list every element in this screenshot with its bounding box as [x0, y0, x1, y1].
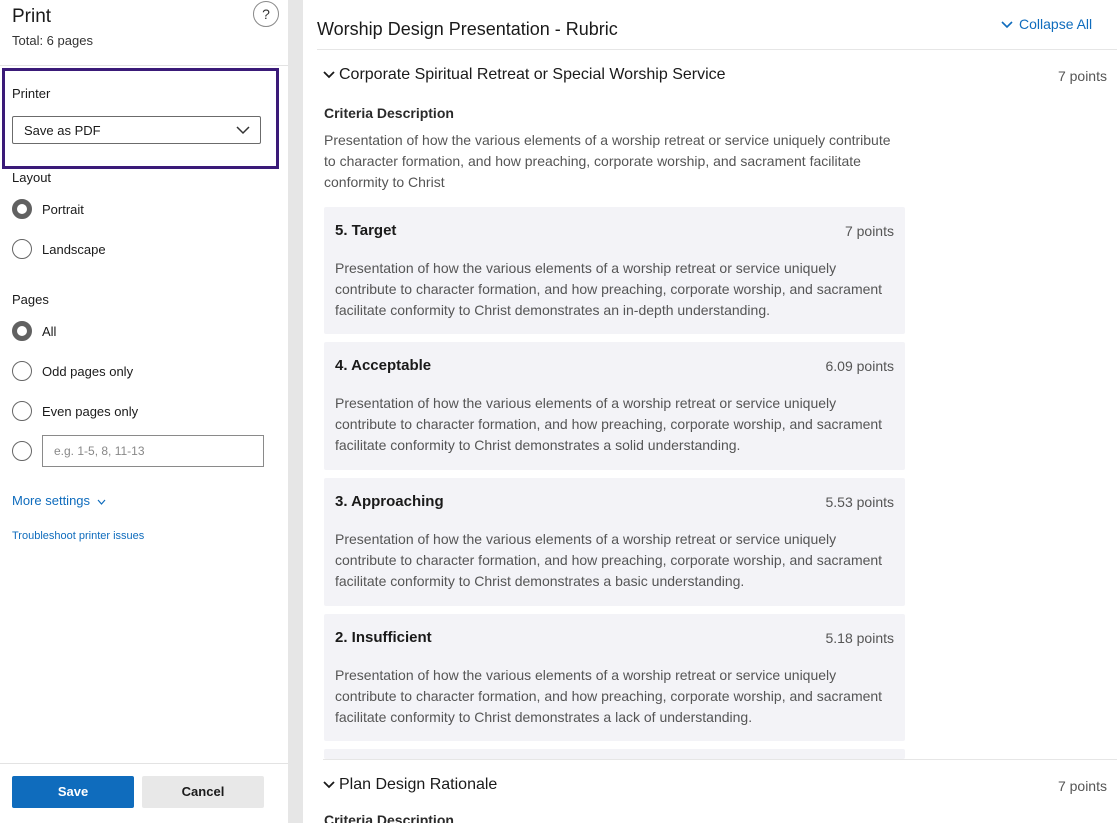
- rating-level: 5. Target 7 points Presentation of how t…: [324, 207, 905, 334]
- save-button[interactable]: Save: [12, 776, 134, 808]
- header-divider: [0, 65, 288, 66]
- footer-divider: [0, 763, 288, 764]
- cancel-button[interactable]: Cancel: [142, 776, 264, 808]
- panel-divider: [288, 0, 303, 823]
- criteria-description-label: Criteria Description: [324, 812, 454, 823]
- pages-odd[interactable]: Odd pages only: [12, 361, 133, 381]
- radio-selected[interactable]: [12, 321, 32, 341]
- print-panel: Print Total: 6 pages ? Printer Save as P…: [0, 0, 288, 823]
- radio-label: All: [42, 323, 57, 339]
- page-range-input[interactable]: [42, 435, 264, 467]
- layout-portrait[interactable]: Portrait: [12, 199, 84, 219]
- printer-label: Printer: [12, 86, 51, 101]
- more-settings-link[interactable]: More settings: [12, 493, 106, 508]
- level-points: 5.18 points: [825, 630, 895, 646]
- print-preview: Worship Design Presentation - Rubric Col…: [303, 0, 1117, 823]
- level-name: 4. Acceptable: [335, 357, 432, 374]
- layout-label: Layout: [12, 170, 52, 185]
- radio-label: Landscape: [42, 241, 106, 257]
- layout-landscape[interactable]: Landscape: [12, 239, 106, 259]
- radio-unselected[interactable]: [12, 401, 32, 421]
- pages-all[interactable]: All: [12, 321, 56, 341]
- radio-label: Even pages only: [42, 403, 139, 419]
- pages-label: Pages: [12, 292, 49, 307]
- criterion-header[interactable]: Corporate Spiritual Retreat or Special W…: [323, 66, 726, 84]
- criterion-title: Corporate Spiritual Retreat or Special W…: [339, 66, 726, 83]
- level-points: 5.53 points: [825, 494, 895, 510]
- document-title: Worship Design Presentation - Rubric: [317, 19, 618, 39]
- radio-unselected[interactable]: [12, 239, 32, 259]
- chevron-down-icon: [323, 781, 335, 789]
- pages-custom[interactable]: [12, 441, 32, 461]
- criteria-description-label: Criteria Description: [324, 105, 454, 121]
- criterion-points: 7 points: [1057, 778, 1107, 794]
- chevron-down-icon: [97, 499, 106, 505]
- level-name: 2. Insufficient: [335, 629, 432, 646]
- level-name: 3. Approaching: [335, 493, 444, 510]
- level-points: 6.09 points: [825, 358, 895, 374]
- rating-level: 2. Insufficient 5.18 points Presentation…: [324, 614, 905, 741]
- chevron-down-icon: [236, 126, 250, 135]
- level-description: Presentation of how the various elements…: [335, 395, 883, 453]
- radio-unselected[interactable]: [12, 361, 32, 381]
- criterion-points: 7 points: [1057, 68, 1107, 84]
- chevron-down-icon: [323, 71, 335, 79]
- radio-label: Portrait: [42, 201, 84, 217]
- level-points: 7 points: [844, 223, 894, 239]
- radio-selected[interactable]: [12, 199, 32, 219]
- title-divider: [317, 49, 1117, 50]
- rating-level: 3. Approaching 5.53 points Presentation …: [324, 478, 905, 606]
- pages-even[interactable]: Even pages only: [12, 401, 138, 421]
- level-name: 5. Target: [335, 222, 397, 239]
- more-settings-label: More settings: [12, 493, 91, 508]
- troubleshoot-link[interactable]: Troubleshoot printer issues: [12, 530, 144, 542]
- page-count: Total: 6 pages: [12, 33, 93, 48]
- help-icon[interactable]: ?: [253, 1, 279, 27]
- level-description: Presentation of how the various elements…: [335, 531, 883, 589]
- radio-unselected[interactable]: [12, 441, 32, 461]
- collapse-all-button[interactable]: Collapse All: [1001, 16, 1092, 32]
- rating-level-partial: [324, 749, 905, 759]
- criterion-divider: [323, 759, 1117, 760]
- rating-level: 4. Acceptable 6.09 points Presentation o…: [324, 342, 905, 470]
- criterion-title: Plan Design Rationale: [339, 776, 498, 793]
- chevron-down-icon: [1001, 21, 1013, 29]
- criteria-description: Presentation of how the various elements…: [324, 132, 891, 190]
- collapse-all-label: Collapse All: [1019, 16, 1093, 32]
- radio-label: Odd pages only: [42, 363, 134, 379]
- panel-title: Print: [12, 6, 52, 27]
- printer-value: Save as PDF: [24, 123, 101, 138]
- printer-select[interactable]: Save as PDF: [12, 116, 261, 144]
- level-description: Presentation of how the various elements…: [335, 667, 883, 725]
- level-description: Presentation of how the various elements…: [335, 260, 883, 318]
- criterion-header[interactable]: Plan Design Rationale: [323, 776, 497, 794]
